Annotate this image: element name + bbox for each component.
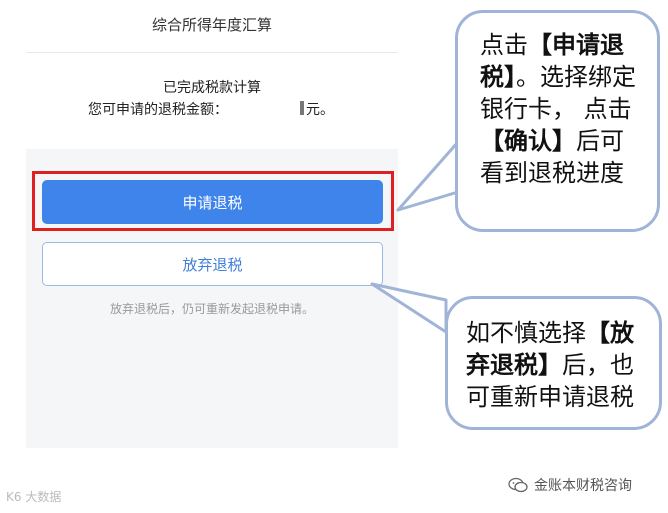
callout-apply-instructions: 点击【申请退税】。选择绑定银行卡， 点击【确认】后可看到退税进度 <box>455 10 660 232</box>
source-credit-text: 金账本财税咨询 <box>534 478 632 494</box>
callout1-pointer <box>396 140 460 212</box>
calc-complete-text: 已完成税款计算 <box>163 80 261 96</box>
callout1-text-1: 点击 <box>480 31 528 59</box>
page-title: 综合所得年度汇算 <box>151 16 272 34</box>
refund-amount-unit: 元。 <box>306 102 334 118</box>
refund-amount-redacted <box>300 101 304 115</box>
abandon-refund-button[interactable]: 放弃退税 <box>42 242 383 286</box>
callout-abandon-instructions: 如不慎选择【放弃退税】后，也可重新申请退税 <box>445 296 662 430</box>
source-credit: 金账本财税咨询 <box>508 475 632 495</box>
callout2-pointer <box>370 282 448 334</box>
refund-info-panel: 已完成税款计算 您可申请的退税金额： 元。 <box>26 53 398 149</box>
app-header: 综合所得年度汇算 <box>26 0 398 53</box>
callout1-bold-2: 【确认】 <box>480 127 576 155</box>
wechat-icon <box>508 477 528 493</box>
callout2-text-1: 如不慎选择 <box>466 319 586 347</box>
apply-button-highlight <box>32 171 394 231</box>
watermark-left: K6 大数据 <box>6 490 62 504</box>
abandon-note: 放弃退税后，仍可重新发起退税申请。 <box>109 302 314 316</box>
refund-amount-label: 您可申请的退税金额： <box>88 102 228 118</box>
